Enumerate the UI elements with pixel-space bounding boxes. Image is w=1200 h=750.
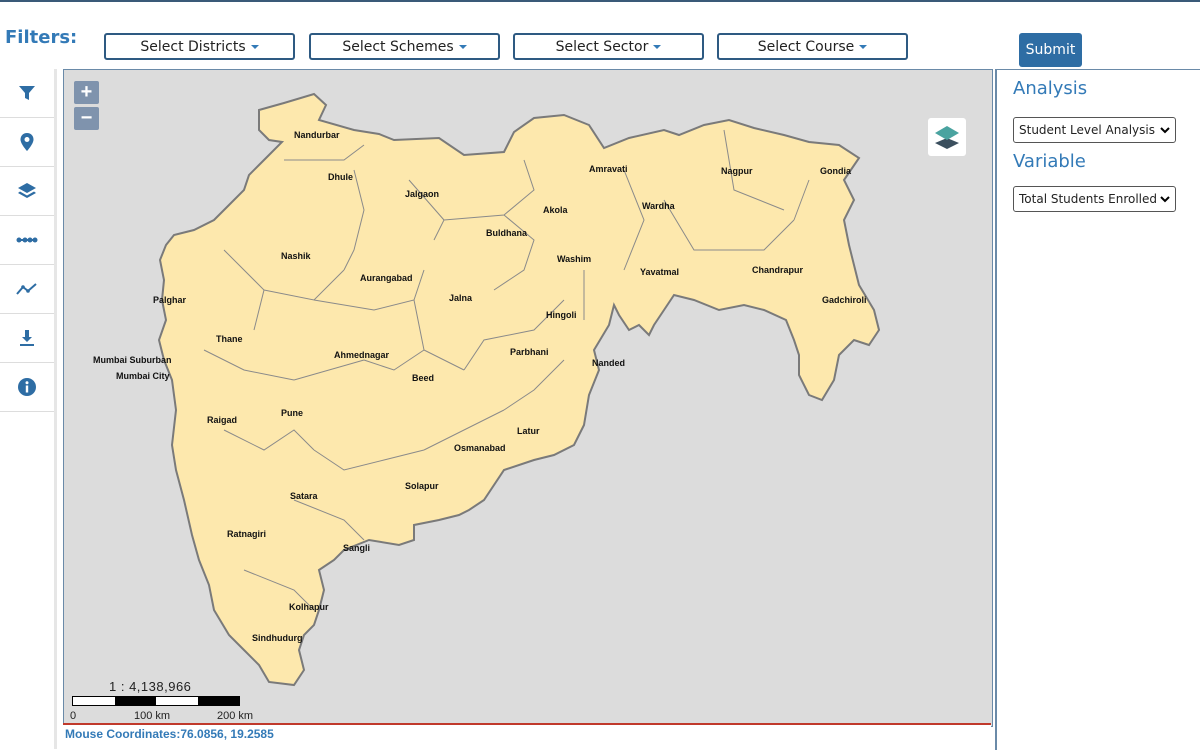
district-labels: Nandurbar Dhule Jalgaon Amravati Nagpur …: [93, 130, 867, 643]
scale-ratio: 1 : 4,138,966: [109, 679, 192, 694]
district-label: Washim: [557, 254, 591, 264]
tool-download[interactable]: [0, 314, 54, 363]
district-label: Gadchiroli: [822, 295, 867, 305]
tool-layers[interactable]: [0, 167, 54, 216]
district-label: Chandrapur: [752, 265, 804, 275]
filter-icon: [19, 86, 35, 100]
tool-filter[interactable]: [0, 69, 54, 118]
coordinates-label: Mouse Coordinates:: [65, 727, 181, 741]
tool-chart[interactable]: [0, 265, 54, 314]
district-label: Pune: [281, 408, 303, 418]
variable-heading: Variable: [1013, 151, 1086, 172]
district-label: Buldhana: [486, 228, 528, 238]
select-sector-label: Select Sector: [555, 38, 649, 55]
zoom-out-button[interactable]: −: [74, 107, 99, 130]
district-label: Palghar: [153, 295, 187, 305]
map-view[interactable]: Nandurbar Dhule Jalgaon Amravati Nagpur …: [63, 69, 993, 727]
info-icon: [18, 378, 36, 396]
district-label: Wardha: [642, 201, 676, 211]
district-label: Nashik: [281, 251, 312, 261]
layers-icon: [935, 126, 959, 149]
variable-select-value: Total Students Enrolled: [1019, 192, 1158, 206]
submit-button[interactable]: Submit: [1019, 33, 1082, 67]
district-label: Aurangabad: [360, 273, 413, 283]
location-pin-icon: [20, 133, 34, 151]
caret-down-icon: [250, 44, 259, 49]
district-label: Jalgaon: [405, 189, 439, 199]
scale-label: 100 km: [134, 710, 171, 722]
tool-info[interactable]: [0, 363, 54, 412]
district-label: Nagpur: [721, 166, 753, 176]
district-label: Sangli: [343, 543, 370, 553]
variable-select[interactable]: Total Students Enrolled: [1013, 186, 1176, 212]
top-border: [0, 0, 1200, 2]
district-label: Satara: [290, 491, 319, 501]
district-label: Mumbai City: [116, 371, 170, 381]
district-label: Raigad: [207, 415, 237, 425]
zoom-in-button[interactable]: +: [74, 81, 99, 104]
district-label: Beed: [412, 373, 434, 383]
district-label: Amravati: [589, 164, 628, 174]
analysis-select[interactable]: Student Level Analysis: [1013, 117, 1176, 143]
tool-measure[interactable]: [0, 216, 54, 265]
caret-down-icon: [653, 44, 662, 49]
layers-icon: [18, 183, 36, 198]
select-districts-label: Select Districts: [140, 38, 246, 55]
chevron-down-icon: [1160, 127, 1170, 134]
measure-line-icon: [16, 237, 38, 243]
select-course-label: Select Course: [757, 38, 855, 55]
district-label: Dhule: [328, 172, 353, 182]
filters-label: Filters:: [5, 27, 78, 48]
analysis-select-value: Student Level Analysis: [1019, 123, 1155, 137]
chevron-down-icon: [1160, 196, 1170, 203]
district-label: Yavatmal: [640, 267, 679, 277]
district-label: Hingoli: [546, 310, 577, 320]
select-sector-dropdown[interactable]: Select Sector: [513, 33, 704, 60]
mouse-coordinates: Mouse Coordinates:76.0856, 19.2585: [63, 723, 991, 747]
download-icon: [20, 330, 34, 346]
select-course-dropdown[interactable]: Select Course: [717, 33, 908, 60]
scale-label: 0: [70, 710, 77, 722]
scale-bar: [72, 696, 240, 706]
left-toolbar: [0, 69, 57, 749]
district-label: Osmanabad: [454, 443, 506, 453]
caret-down-icon: [458, 44, 467, 49]
district-label: Thane: [216, 334, 243, 344]
district-label: Ratnagiri: [227, 529, 266, 539]
select-schemes-label: Select Schemes: [342, 38, 454, 55]
chart-line-icon: [16, 283, 37, 295]
district-label: Parbhani: [510, 347, 549, 357]
select-schemes-dropdown[interactable]: Select Schemes: [309, 33, 500, 60]
district-label: Mumbai Suburban: [93, 355, 172, 365]
coordinates-value: 76.0856, 19.2585: [180, 727, 274, 741]
district-label: Nandurbar: [294, 130, 340, 140]
select-districts-dropdown[interactable]: Select Districts: [104, 33, 295, 60]
district-label: Latur: [517, 426, 540, 436]
district-label: Sindhudurg: [252, 633, 303, 643]
district-label: Ahmednagar: [334, 350, 390, 360]
tool-location[interactable]: [0, 118, 54, 167]
scale-label: 200 km: [217, 710, 254, 722]
analysis-heading: Analysis: [1013, 78, 1088, 99]
district-label: Gondia: [820, 166, 852, 176]
district-label: Nanded: [592, 358, 625, 368]
analysis-panel: Analysis Student Level Analysis Variable…: [995, 69, 1200, 750]
district-label: Kolhapur: [289, 602, 329, 612]
district-label: Akola: [543, 205, 569, 215]
district-label: Solapur: [405, 481, 439, 491]
caret-down-icon: [859, 44, 868, 49]
layer-switcher-button[interactable]: [928, 118, 966, 156]
district-label: Jalna: [449, 293, 473, 303]
